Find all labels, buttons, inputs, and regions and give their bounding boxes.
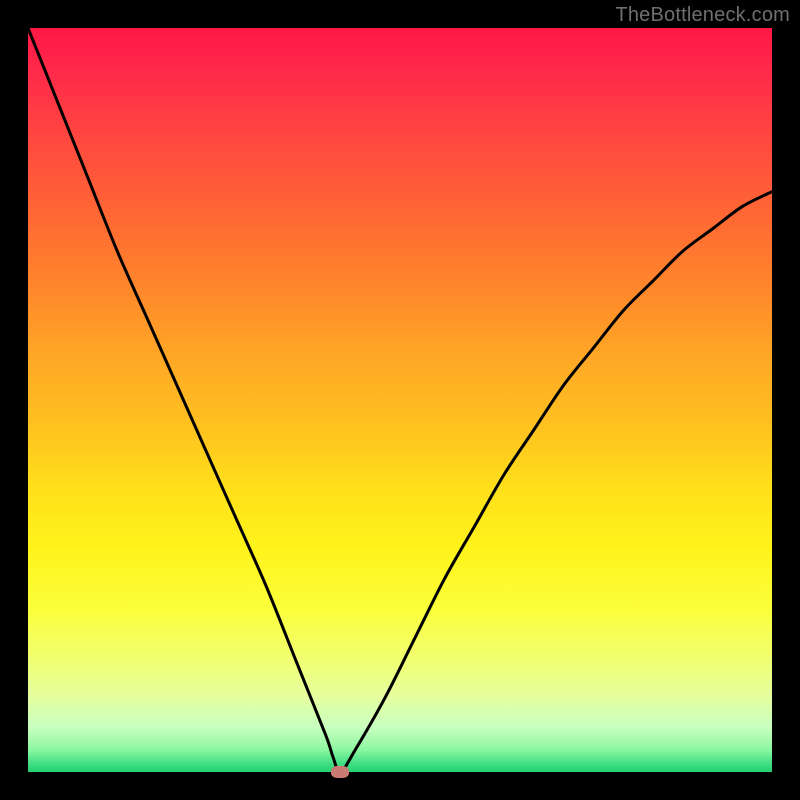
bottleneck-curve: [28, 28, 772, 772]
chart-frame: TheBottleneck.com: [0, 0, 800, 800]
plot-area: [28, 28, 772, 772]
min-marker: [331, 766, 349, 778]
attribution-text: TheBottleneck.com: [615, 4, 790, 27]
curve-path: [28, 28, 772, 772]
